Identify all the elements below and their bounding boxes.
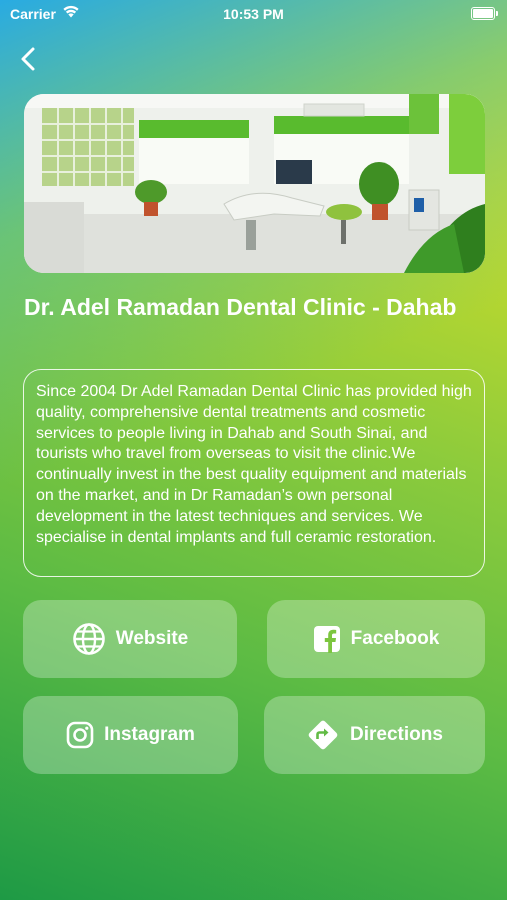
facebook-label: Facebook <box>350 628 440 649</box>
website-label: Website <box>115 628 189 649</box>
facebook-button[interactable]: Facebook <box>267 600 485 678</box>
clock: 10:53 PM <box>223 6 284 22</box>
instagram-button[interactable]: Instagram <box>23 696 238 774</box>
clinic-description: Since 2004 Dr Adel Ramadan Dental Clinic… <box>23 369 485 577</box>
back-button[interactable] <box>14 44 44 74</box>
instagram-label: Instagram <box>104 724 195 745</box>
globe-icon <box>72 622 106 656</box>
instagram-icon <box>66 721 94 749</box>
directions-button[interactable]: Directions <box>264 696 485 774</box>
directions-label: Directions <box>350 724 443 745</box>
directions-icon <box>306 718 340 752</box>
status-bar: Carrier 10:53 PM <box>0 0 507 30</box>
facebook-icon <box>313 625 341 653</box>
website-button[interactable]: Website <box>23 600 237 678</box>
chevron-left-icon <box>21 47 35 71</box>
clinic-name: Dr. Adel Ramadan Dental Clinic - Dahab <box>24 294 457 320</box>
clinic-photo <box>24 94 485 273</box>
battery-icon <box>471 7 498 20</box>
